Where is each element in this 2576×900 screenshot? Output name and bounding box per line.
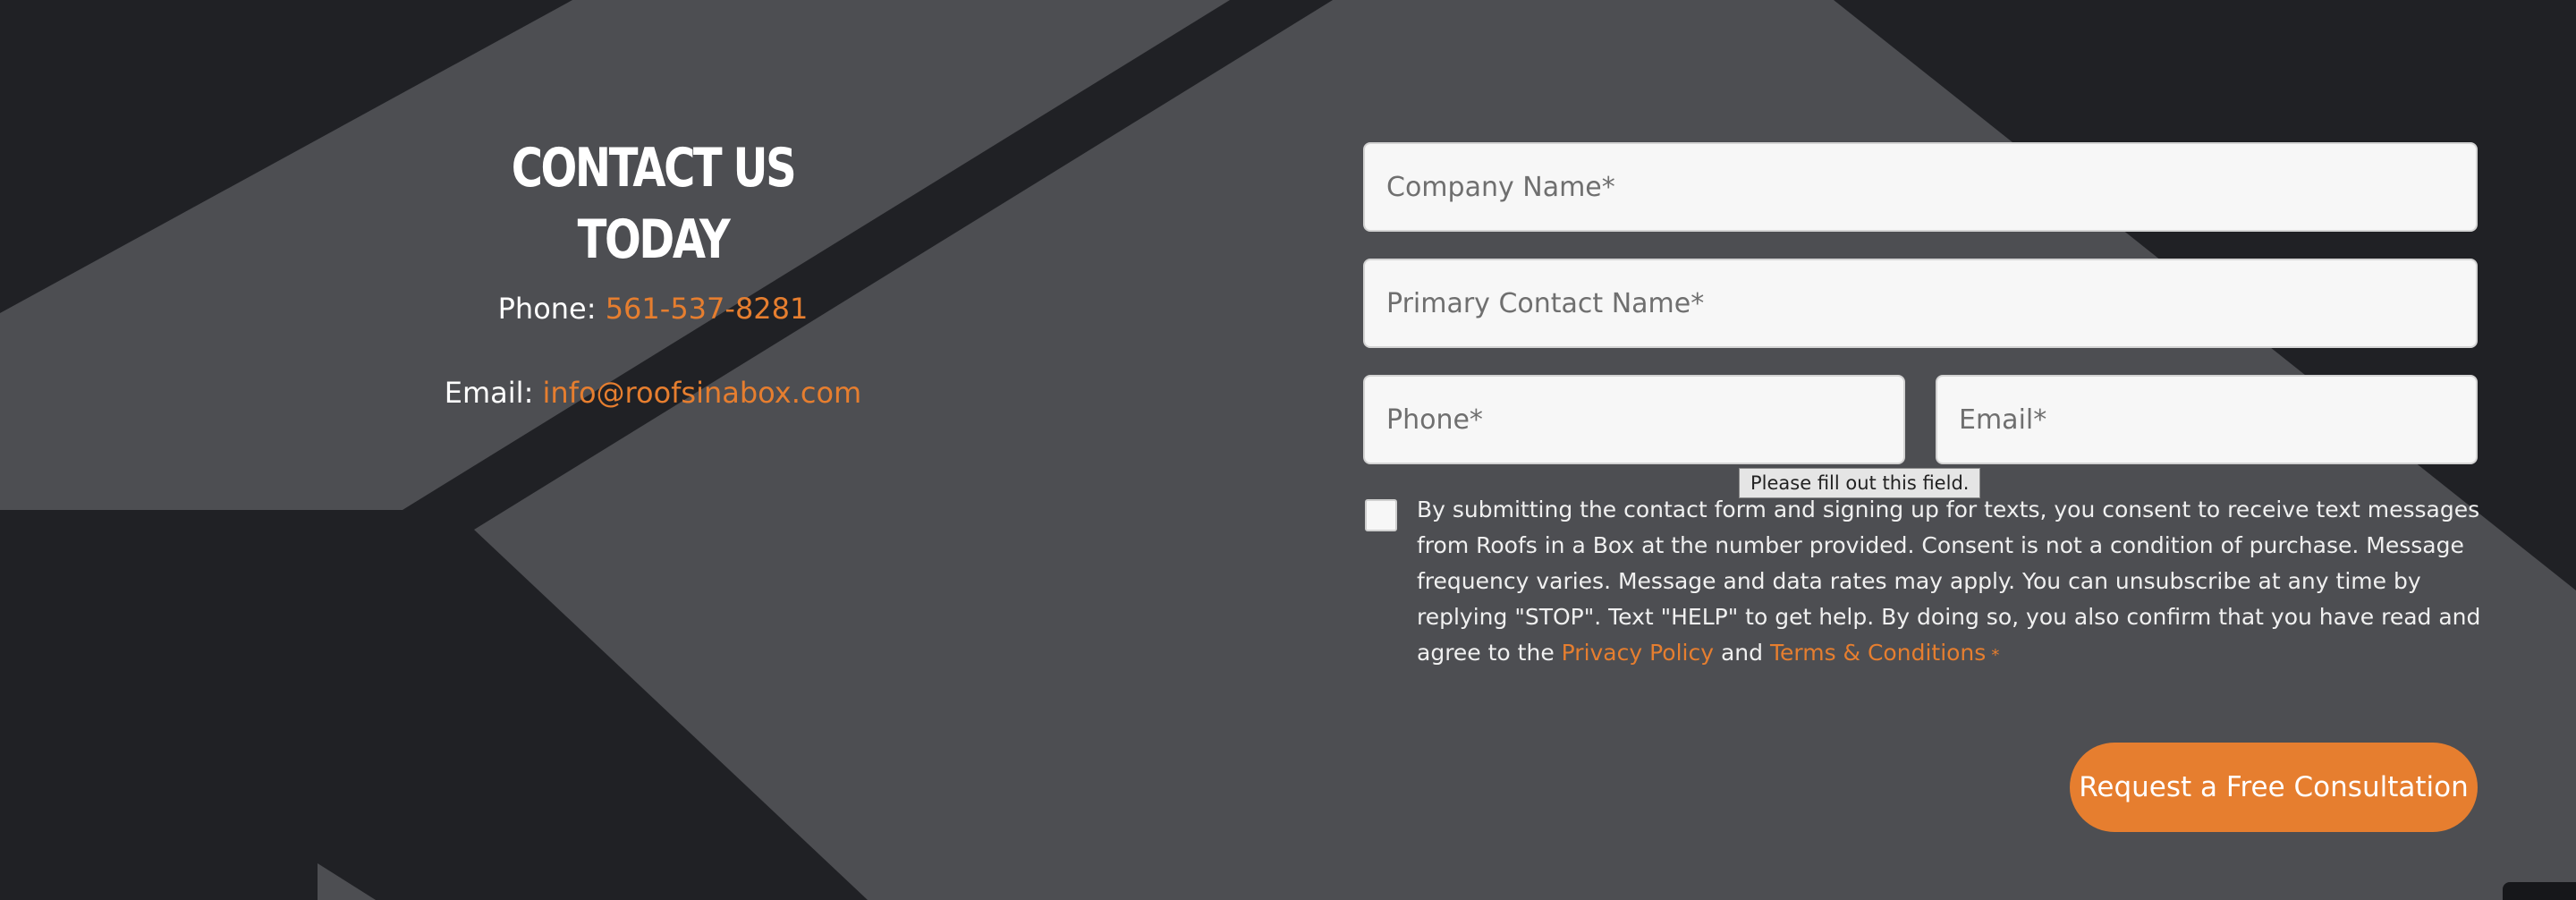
request-consultation-button[interactable]: Request a Free Consultation	[2070, 743, 2478, 832]
email-label: Email:	[444, 376, 543, 410]
email-input[interactable]	[1936, 375, 2478, 464]
contact-heading: CONTACT US TODAY	[511, 137, 797, 271]
privacy-policy-link[interactable]: Privacy Policy	[1562, 640, 1714, 666]
phone-input[interactable]	[1363, 375, 1905, 464]
phone-label: Phone:	[497, 292, 606, 326]
terms-link[interactable]: Terms & Conditions	[1770, 640, 1986, 666]
primary-contact-name-input[interactable]	[1363, 259, 2478, 348]
phone-link[interactable]: 561-537-8281	[606, 292, 809, 326]
email-info: Email: info@roofsinabox.com	[295, 376, 1011, 410]
consent-checkbox[interactable]	[1365, 499, 1397, 531]
and-text: and	[1714, 640, 1770, 666]
consent-text: By submitting the contact form and signi…	[1417, 492, 2481, 674]
phone-info: Phone: 561-537-8281	[295, 292, 1011, 326]
company-name-input[interactable]	[1363, 142, 2478, 232]
required-mark: *	[1991, 646, 2000, 665]
email-link[interactable]: info@roofsinabox.com	[543, 376, 862, 410]
corner-widget[interactable]	[2503, 882, 2576, 900]
background-corner-shape	[318, 863, 376, 900]
